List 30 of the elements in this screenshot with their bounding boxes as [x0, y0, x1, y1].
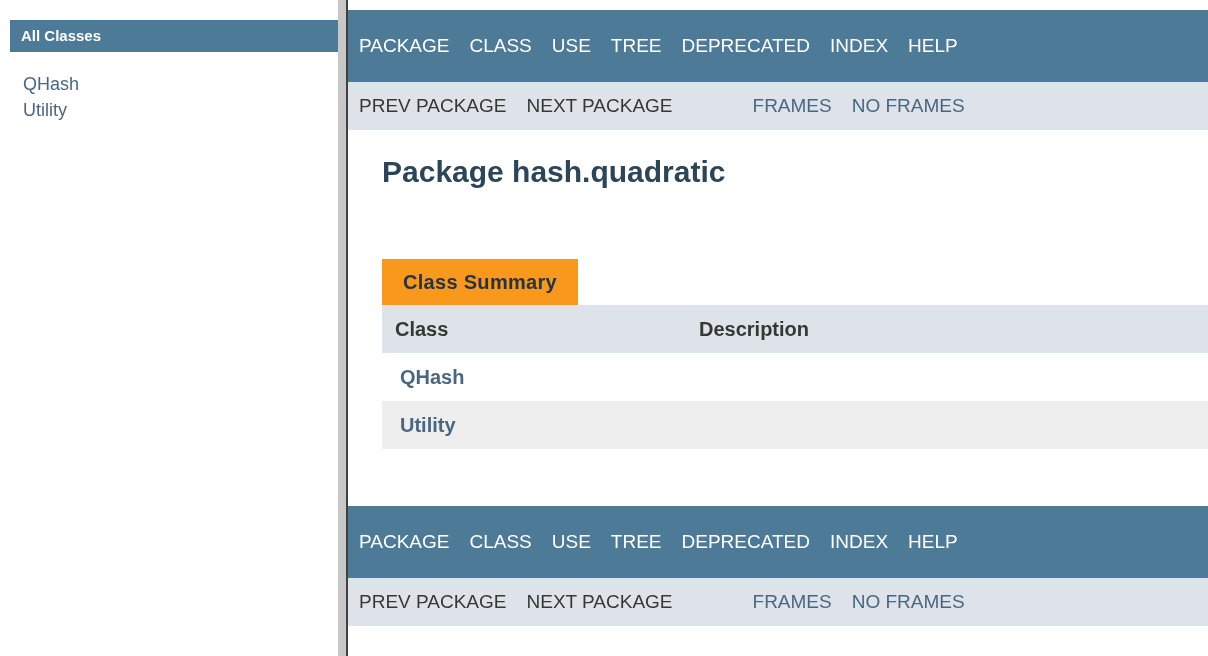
nav-link[interactable]: TREE	[610, 531, 662, 553]
nav-link[interactable]: HELP	[908, 531, 958, 553]
nav-link[interactable]: CLASS	[469, 531, 532, 553]
column-header: Class	[394, 317, 450, 341]
nav-link[interactable]: INDEX	[830, 35, 889, 57]
frames-link[interactable]: FRAMES	[752, 95, 832, 117]
nav-link[interactable]: CLASS	[469, 35, 532, 57]
nav-link[interactable]: USE	[551, 531, 591, 553]
class-name-link[interactable]: Utility	[23, 97, 67, 123]
nav-link[interactable]: PACKAGE	[359, 531, 450, 553]
sub-nav-link[interactable]: PREV PACKAGE	[359, 591, 507, 613]
sub-nav-link[interactable]: NEXT PACKAGE	[526, 591, 673, 613]
frames-link[interactable]: NO FRAMES	[851, 95, 965, 117]
package-title: Package hash.quadratic	[382, 154, 727, 190]
nav-link[interactable]: PACKAGE	[359, 35, 450, 57]
class-name-link[interactable]: QHash	[400, 365, 465, 389]
frames-link[interactable]: FRAMES	[752, 591, 832, 613]
class-name-link[interactable]: QHash	[23, 71, 80, 97]
frames-link[interactable]: NO FRAMES	[851, 591, 965, 613]
sub-nav-link[interactable]: NEXT PACKAGE	[526, 95, 673, 117]
class-name-link[interactable]: Utility	[400, 413, 456, 437]
nav-link[interactable]: DEPRECATED	[681, 531, 810, 553]
nav-link[interactable]: INDEX	[830, 531, 889, 553]
all-classes-heading: All Classes	[10, 20, 338, 52]
column-header: Description	[699, 317, 810, 341]
sub-nav-link[interactable]: PREV PACKAGE	[359, 95, 507, 117]
nav-link[interactable]: USE	[551, 35, 591, 57]
nav-link[interactable]: DEPRECATED	[681, 35, 810, 57]
nav-link[interactable]: HELP	[908, 35, 958, 57]
nav-link[interactable]: TREE	[610, 35, 662, 57]
